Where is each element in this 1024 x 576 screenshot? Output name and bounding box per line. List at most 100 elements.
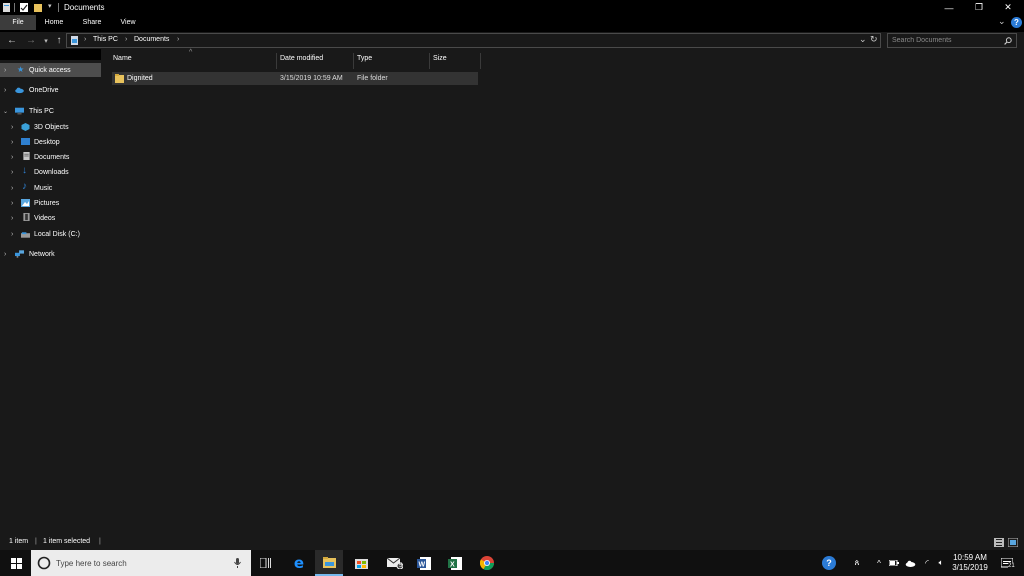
window-title: Documents xyxy=(64,3,105,12)
chevron-right-icon: › xyxy=(11,230,14,238)
table-row[interactable]: Dignited 3/15/2019 10:59 AM File folder xyxy=(112,72,478,85)
nav-item-network[interactable]: › Network xyxy=(0,247,101,261)
taskbar-file-explorer[interactable] xyxy=(315,550,343,576)
tray-network[interactable]: ◜ xyxy=(920,550,934,576)
chevron-right-icon: › xyxy=(11,123,14,131)
nav-label: Pictures xyxy=(34,199,60,207)
nav-item-desktop[interactable]: › Desktop xyxy=(0,135,101,149)
taskbar-mail[interactable]: 5 xyxy=(381,550,409,576)
expand-ribbon-icon[interactable]: ⌄ xyxy=(998,16,1006,27)
start-button[interactable] xyxy=(2,550,30,576)
action-center-button[interactable]: 21 xyxy=(996,550,1018,576)
nav-item-local-disk[interactable]: › Local Disk (C:) xyxy=(0,227,101,241)
taskbar-edge[interactable]: e xyxy=(285,550,313,576)
help-icon[interactable]: ? xyxy=(1011,17,1022,28)
close-button[interactable]: ✕ xyxy=(994,0,1022,15)
tab-home[interactable]: Home xyxy=(40,15,68,30)
search-box[interactable] xyxy=(887,33,1017,48)
column-header-size[interactable]: Size xyxy=(433,55,447,67)
search-icon[interactable] xyxy=(1004,37,1012,45)
tab-file[interactable]: File xyxy=(0,15,36,30)
nav-item-pictures[interactable]: › Pictures xyxy=(0,196,101,210)
new-folder-icon[interactable] xyxy=(34,3,42,12)
title-divider xyxy=(58,3,59,12)
up-arrow-icon: ↑ xyxy=(56,35,62,46)
taskbar-word[interactable]: W xyxy=(410,550,438,576)
onedrive-cloud-icon xyxy=(905,560,915,567)
taskbar-chrome[interactable] xyxy=(473,550,501,576)
nav-item-videos[interactable]: › Videos xyxy=(0,211,101,225)
nav-item-quick-access[interactable]: › ★ Quick access xyxy=(0,63,101,77)
word-icon: W xyxy=(417,556,431,570)
address-bar[interactable]: › This PC › Documents › ⌄ ↻ xyxy=(66,33,881,48)
excel-icon: X xyxy=(448,556,462,570)
nav-label: Videos xyxy=(34,214,56,222)
column-divider[interactable] xyxy=(480,53,481,69)
qa-divider xyxy=(14,3,15,12)
task-view-icon xyxy=(260,558,271,568)
nav-item-onedrive[interactable]: › OneDrive xyxy=(0,83,101,97)
status-bar: 1 item | 1 item selected | xyxy=(0,535,1024,550)
minimize-button[interactable]: — xyxy=(935,0,963,15)
network-icon xyxy=(15,250,24,258)
column-divider[interactable] xyxy=(276,53,277,69)
refresh-icon[interactable]: ↻ xyxy=(870,34,878,45)
address-separator: › xyxy=(125,36,128,43)
nav-label: Documents xyxy=(34,153,70,161)
recent-locations-button[interactable]: ▾ xyxy=(39,33,53,48)
nav-item-3d-objects[interactable]: › 3D Objects xyxy=(0,120,101,134)
tab-share[interactable]: Share xyxy=(78,15,106,30)
forward-button[interactable]: → xyxy=(24,33,38,48)
column-header-type[interactable]: Type xyxy=(357,55,372,67)
nav-item-music[interactable]: › ♪ Music xyxy=(0,181,101,195)
chrome-icon xyxy=(480,556,494,570)
column-divider[interactable] xyxy=(353,53,354,69)
restore-button[interactable]: ❐ xyxy=(965,0,993,15)
tab-view[interactable]: View xyxy=(114,15,142,30)
nav-item-this-pc[interactable]: ⌄ This PC xyxy=(0,104,101,118)
tray-battery[interactable] xyxy=(887,550,901,576)
tray-volume[interactable]: 🔈︎ xyxy=(934,550,948,576)
nav-label: Music xyxy=(34,184,53,192)
tray-clock[interactable]: 10:59 AM 3/15/2019 xyxy=(950,550,990,576)
breadcrumb-this-pc[interactable]: This PC xyxy=(93,36,118,43)
title-bar: ▾ Documents — ❐ ✕ xyxy=(0,0,1024,15)
taskbar-store[interactable] xyxy=(347,550,375,576)
details-view-button[interactable] xyxy=(994,538,1004,547)
customize-quick-access-icon[interactable]: ▾ xyxy=(48,2,52,10)
large-icons-view-button[interactable] xyxy=(1007,537,1019,548)
nav-label: Downloads xyxy=(34,168,69,176)
mail-badge: 5 xyxy=(399,563,403,569)
search-input[interactable] xyxy=(892,35,1002,46)
monitor-icon xyxy=(15,107,24,115)
breadcrumb-documents[interactable]: Documents xyxy=(134,36,169,43)
nav-item-documents[interactable]: › Documents xyxy=(0,150,101,164)
large-icons-view-icon xyxy=(1007,537,1019,548)
folder-icon xyxy=(115,74,124,83)
task-view-button[interactable] xyxy=(252,550,280,576)
tray-people[interactable]: ጰ xyxy=(848,550,866,576)
tray-onedrive[interactable] xyxy=(902,550,918,576)
address-separator: › xyxy=(177,36,180,43)
column-divider[interactable] xyxy=(429,53,430,69)
nav-label: Quick access xyxy=(29,66,71,74)
taskbar-excel[interactable]: X xyxy=(441,550,469,576)
window-icon xyxy=(3,3,10,12)
cube-icon xyxy=(21,123,30,131)
taskbar-search-box[interactable]: Type here to search xyxy=(31,550,251,576)
back-button[interactable]: ← xyxy=(5,33,19,48)
selected-count: 1 item selected xyxy=(43,538,91,545)
chevron-down-icon: ▾ xyxy=(44,37,48,45)
close-icon: ✕ xyxy=(1004,2,1012,12)
chevron-right-icon: › xyxy=(11,168,14,176)
nav-item-downloads[interactable]: › ↓ Downloads xyxy=(0,165,101,179)
chevron-right-icon: › xyxy=(11,184,14,192)
up-button[interactable]: ↑ xyxy=(52,33,66,48)
column-header-date-modified[interactable]: Date modified xyxy=(280,55,323,67)
address-dropdown-icon[interactable]: ⌄ xyxy=(859,34,867,45)
tray-show-hidden[interactable]: ^ xyxy=(872,550,886,576)
properties-icon[interactable] xyxy=(20,3,28,12)
tray-help[interactable]: ? xyxy=(818,550,840,576)
microphone-icon[interactable] xyxy=(234,558,241,568)
column-header-name[interactable]: Name xyxy=(113,55,132,67)
